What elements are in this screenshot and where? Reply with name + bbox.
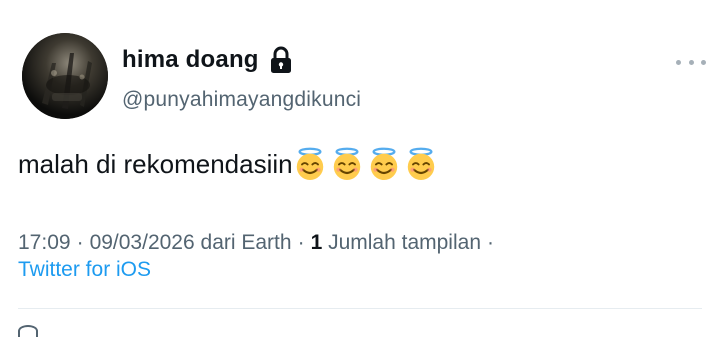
tweet-time[interactable]: 17:09 — [18, 231, 71, 254]
author-handle[interactable]: @punyahimayangdikunci — [122, 88, 361, 112]
divider — [18, 308, 702, 309]
smiling-face-with-halo-icon — [407, 147, 434, 181]
smiling-face-with-halo-icon — [370, 147, 397, 181]
more-horizontal-icon[interactable] — [676, 54, 706, 70]
tweet-detail: hima doang @punyahimayangdikunci malah d… — [0, 0, 720, 337]
meta-separator: · — [297, 231, 305, 254]
lock-icon — [269, 46, 293, 74]
tweet-text-content: malah di rekomendasiin — [18, 149, 293, 179]
tweet-location: dari Earth — [200, 231, 292, 254]
author-display-name[interactable]: hima doang — [122, 46, 259, 74]
tweet-date[interactable]: 09/03/2026 — [90, 231, 195, 254]
views-count: 1 — [310, 231, 323, 254]
emoji-group — [293, 147, 441, 181]
avatar[interactable] — [22, 33, 108, 119]
smiling-face-with-halo-icon — [333, 147, 360, 181]
meta-separator: · — [76, 231, 84, 254]
more-dot — [688, 59, 694, 65]
more-dot — [676, 59, 681, 65]
more-dot — [701, 59, 706, 65]
reply-icon[interactable] — [18, 325, 38, 337]
meta-separator: · — [487, 231, 494, 254]
author-name-row: hima doang — [122, 42, 293, 78]
smiling-face-with-halo-icon — [296, 147, 323, 181]
tweet-meta: 17:09 · 09/03/2026 dari Earth · 1 Jumlah tam… — [18, 229, 708, 257]
tweet-source-link[interactable]: Twitter for iOS — [18, 256, 151, 284]
tweet-text: malah di rekomendasiin — [18, 147, 441, 181]
avatar-image — [22, 33, 108, 119]
views-label[interactable]: Jumlah tampilan — [328, 231, 481, 254]
